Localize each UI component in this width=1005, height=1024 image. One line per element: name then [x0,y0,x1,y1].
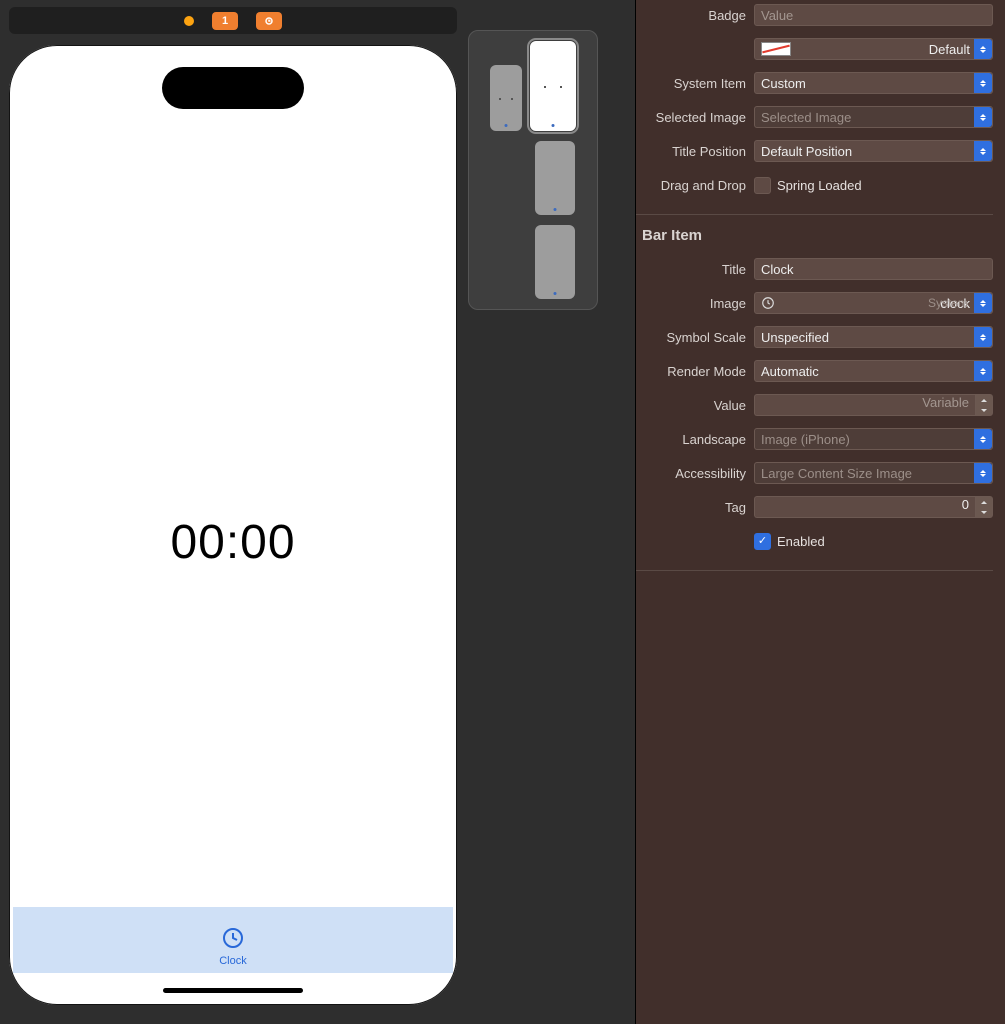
minimap-scene-2-selected[interactable] [530,41,576,131]
symbol-scale-label: Symbol Scale [636,330,754,345]
spring-loaded-checkbox-label: Spring Loaded [777,178,862,193]
badge-label: Badge [636,8,754,23]
system-item-label: System Item [636,76,754,91]
image-system-tag: System [928,296,968,310]
enabled-checkbox-label: Enabled [777,534,825,549]
stepper-up-icon[interactable] [976,395,992,405]
accessibility-popup[interactable]: Large Content Size Image [754,462,993,484]
render-mode-popup[interactable]: Automatic [754,360,993,382]
landscape-popup[interactable]: Image (iPhone) [754,428,993,450]
popup-arrows-icon [974,429,992,449]
section-separator [636,570,993,571]
minimap-scene-3[interactable] [535,141,575,215]
title-position-value: Default Position [761,144,852,159]
value-stepper[interactable] [975,394,993,416]
tab-bar-item-label: Clock [219,955,247,967]
value-label: Value [636,398,754,413]
enabled-checkbox[interactable] [754,533,771,550]
render-mode-value: Automatic [761,364,819,379]
popup-arrows-icon [974,463,992,483]
popup-arrows-icon [974,327,992,347]
bar-item-section-title: Bar Item [642,227,993,244]
popup-arrows-icon [974,361,992,381]
section-separator [636,214,993,215]
tag-label: Tag [636,500,754,515]
badge-input[interactable]: Value [754,4,993,26]
selected-image-placeholder: Selected Image [761,110,851,125]
image-popup[interactable]: clock System [754,292,993,314]
clock-symbol-icon [761,296,775,310]
system-item-value: Custom [761,76,806,91]
timer-label[interactable]: 00:00 [9,515,457,570]
symbol-scale-popup[interactable]: Unspecified [754,326,993,348]
runtime-issue-icon[interactable] [256,12,282,30]
popup-arrows-icon [974,73,992,93]
title-position-label: Title Position [636,144,754,159]
stepper-down-icon[interactable] [976,405,992,415]
device-tab-bar[interactable]: Clock [13,907,453,973]
home-indicator [163,988,303,993]
selected-image-popup[interactable]: Selected Image [754,106,993,128]
scene-minimap[interactable] [468,30,598,310]
popup-arrows-icon [974,141,992,161]
device-simulator[interactable]: 00:00 Clock [9,45,457,1005]
landscape-label: Landscape [636,432,754,447]
title-input[interactable]: Clock [754,258,993,280]
accessibility-placeholder: Large Content Size Image [761,466,912,481]
attributes-inspector: Badge Value Default System Item Custom S… [635,0,1005,1024]
popup-arrows-icon [974,107,992,127]
title-position-popup[interactable]: Default Position [754,140,993,162]
spring-loaded-checkbox[interactable] [754,177,771,194]
canvas-area: 1 00:00 Clock [0,0,635,1024]
landscape-placeholder: Image (iPhone) [761,432,850,447]
minimap-scene-1[interactable] [490,65,522,131]
title-label: Title [636,262,754,277]
stepper-up-icon[interactable] [976,497,992,507]
system-item-popup[interactable]: Custom [754,72,993,94]
minimap-scene-4[interactable] [535,225,575,299]
drag-and-drop-label: Drag and Drop [636,178,754,193]
symbol-scale-value: Unspecified [761,330,829,345]
tag-input[interactable]: 0 [754,496,975,518]
value-input[interactable]: Variable [754,394,975,416]
popup-arrows-icon [974,39,992,59]
color-swatch-default [761,42,791,56]
tag-stepper[interactable] [975,496,993,518]
device-notch [162,67,304,109]
warning-count-badge[interactable]: 1 [212,12,238,30]
badge-color-value: Default [929,42,970,57]
render-mode-label: Render Mode [636,364,754,379]
image-label: Image [636,296,754,311]
warning-dot-icon [184,16,194,26]
stepper-down-icon[interactable] [976,507,992,517]
accessibility-label: Accessibility [636,466,754,481]
popup-arrows-icon [974,293,992,313]
badge-color-popup[interactable]: Default [754,38,993,60]
issues-toolbar[interactable]: 1 [9,7,457,34]
clock-icon [221,926,245,953]
selected-image-label: Selected Image [636,110,754,125]
tab-bar-item-clock[interactable]: Clock [219,926,247,967]
